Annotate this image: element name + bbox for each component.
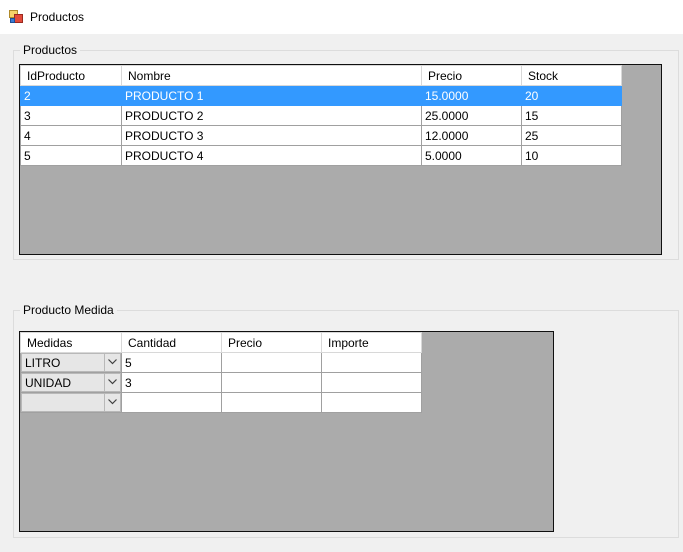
medida-combobox[interactable]: UNIDAD [21,373,121,392]
cell-stock[interactable]: 15 [521,105,622,126]
producto-medida-table: Medidas Cantidad Precio Importe LITRO 5 [20,332,422,413]
producto-medida-grid[interactable]: Medidas Cantidad Precio Importe LITRO 5 [19,331,554,532]
cell-precio[interactable]: 25.0000 [421,105,522,126]
cell-nombre[interactable]: PRODUCTO 4 [121,145,422,166]
medida-combobox-value: UNIDAD [25,376,72,390]
cell-cantidad[interactable]: 5 [121,352,222,373]
column-header-idproducto[interactable]: IdProducto [20,65,122,86]
cell-nombre[interactable]: PRODUCTO 2 [121,105,422,126]
cell-cantidad[interactable] [121,392,222,413]
table-row-new[interactable] [20,392,422,413]
cell-idproducto[interactable]: 2 [20,85,122,106]
productos-group-label: Productos [20,43,81,57]
dropdown-button[interactable] [104,354,120,371]
producto-medida-group-label: Producto Medida [20,303,117,317]
cell-precio[interactable] [221,372,322,393]
cell-importe[interactable] [321,392,422,413]
medida-combobox[interactable]: LITRO [21,353,121,372]
cell-importe[interactable] [321,352,422,373]
cell-stock[interactable]: 20 [521,85,622,106]
cell-precio[interactable]: 15.0000 [421,85,522,106]
medida-combobox[interactable] [21,393,121,412]
cell-precio[interactable] [221,392,322,413]
cell-importe[interactable] [321,372,422,393]
cell-precio[interactable] [221,352,322,373]
medida-combo-cell[interactable]: UNIDAD [20,372,122,393]
chevron-down-icon [108,359,117,365]
cell-stock[interactable]: 25 [521,125,622,146]
chevron-down-icon [108,399,117,405]
column-header-importe[interactable]: Importe [321,332,422,353]
cell-nombre[interactable]: PRODUCTO 3 [121,125,422,146]
cell-idproducto[interactable]: 5 [20,145,122,166]
medida-combo-cell[interactable] [20,392,122,413]
cell-stock[interactable]: 10 [521,145,622,166]
cell-nombre[interactable]: PRODUCTO 1 [121,85,422,106]
column-header-cantidad[interactable]: Cantidad [121,332,222,353]
dropdown-button[interactable] [104,374,120,391]
table-row[interactable]: UNIDAD 3 [20,372,422,393]
column-header-stock[interactable]: Stock [521,65,622,86]
column-header-precio[interactable]: Precio [221,332,322,353]
table-row[interactable]: LITRO 5 [20,352,422,373]
title-bar: Productos [0,0,683,34]
table-row-selected[interactable]: 2 PRODUCTO 1 15.0000 20 [20,85,622,106]
table-row[interactable]: 5 PRODUCTO 4 5.0000 10 [20,145,622,166]
column-header-medidas[interactable]: Medidas [20,332,122,353]
productos-grid[interactable]: IdProducto Nombre Precio Stock 2 PRODUCT… [19,64,662,255]
cell-idproducto[interactable]: 4 [20,125,122,146]
cell-idproducto[interactable]: 3 [20,105,122,126]
table-row[interactable]: 3 PRODUCTO 2 25.0000 15 [20,105,622,126]
table-row[interactable]: 4 PRODUCTO 3 12.0000 25 [20,125,622,146]
productos-header-row: IdProducto Nombre Precio Stock [20,65,622,86]
column-header-precio[interactable]: Precio [421,65,522,86]
window-app-icon [9,10,23,23]
window-title: Productos [30,10,85,24]
medida-combo-cell[interactable]: LITRO [20,352,122,373]
dropdown-button[interactable] [104,394,120,411]
cell-precio[interactable]: 12.0000 [421,125,522,146]
cell-cantidad[interactable]: 3 [121,372,222,393]
medida-combobox-value: LITRO [25,356,61,370]
productos-table: IdProducto Nombre Precio Stock 2 PRODUCT… [20,65,622,166]
cell-precio[interactable]: 5.0000 [421,145,522,166]
chevron-down-icon [108,379,117,385]
column-header-nombre[interactable]: Nombre [121,65,422,86]
medida-header-row: Medidas Cantidad Precio Importe [20,332,422,353]
